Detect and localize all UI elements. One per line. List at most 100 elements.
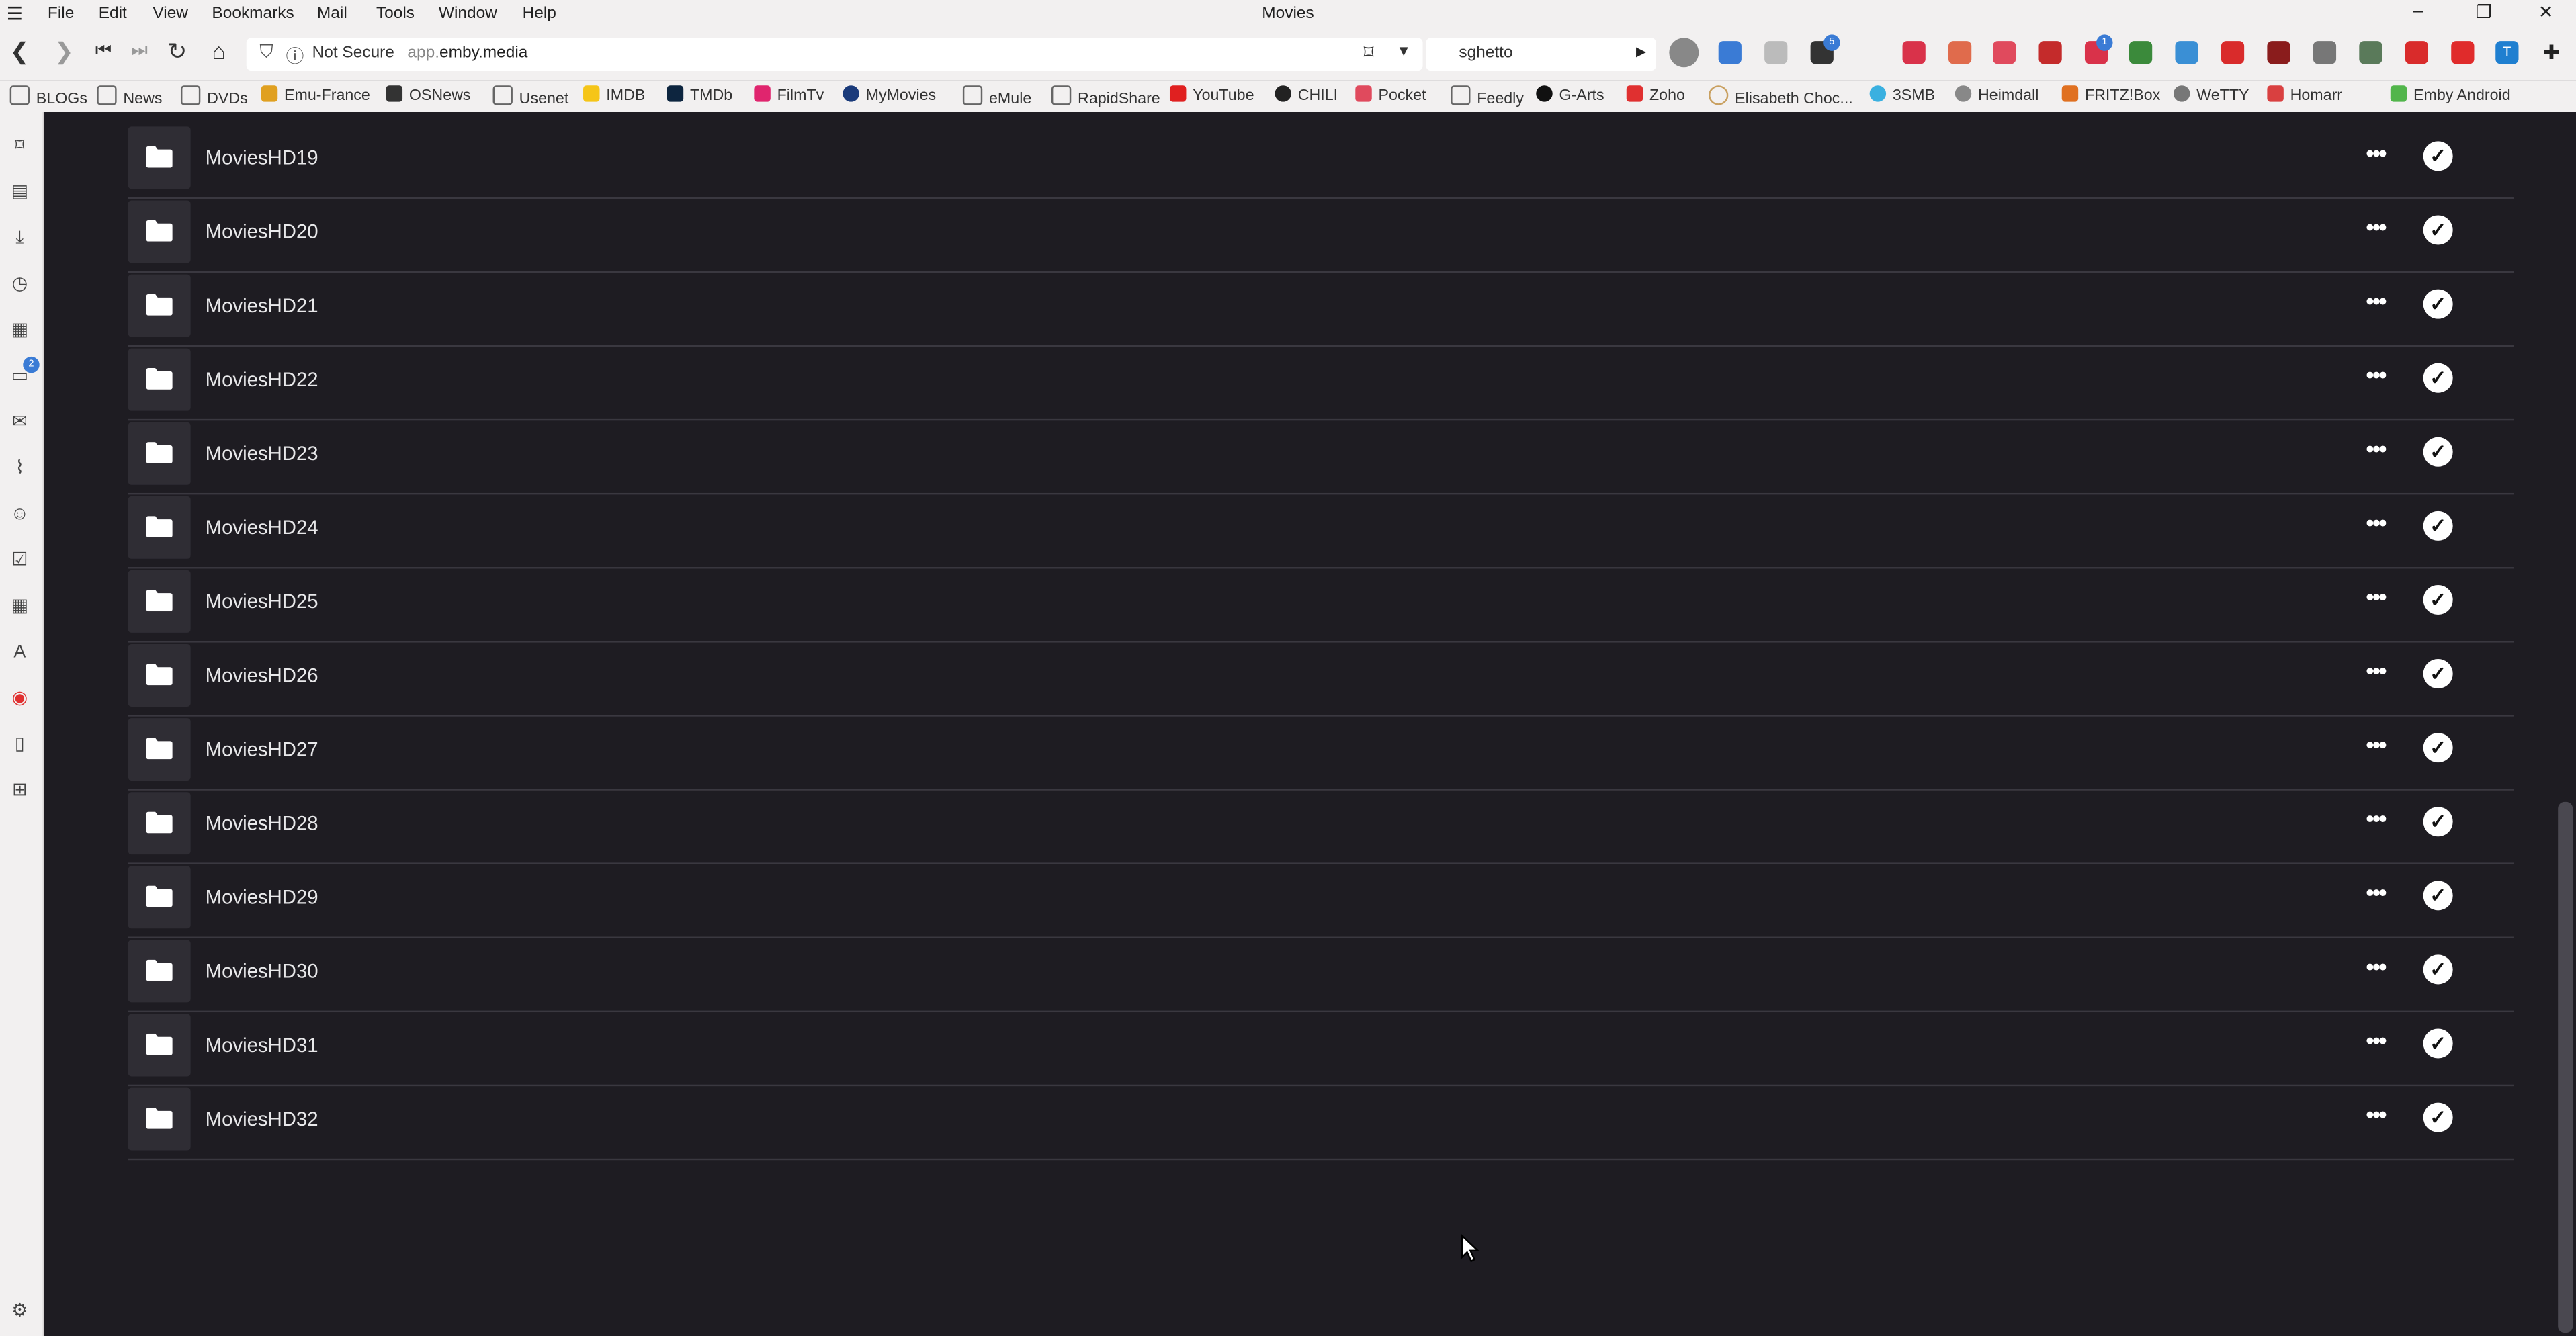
bookmark-item[interactable]: BLOGs: [9, 85, 87, 108]
ublock-icon[interactable]: [2267, 41, 2290, 64]
folder-row[interactable]: MoviesHD25 ••• ✓: [128, 567, 2514, 643]
chevron-down-icon[interactable]: ▼: [1396, 43, 1411, 59]
folder-row[interactable]: MoviesHD26 ••• ✓: [128, 641, 2514, 717]
extensions-puzzle-icon[interactable]: ✚: [2540, 41, 2563, 64]
folder-thumbnail[interactable]: [128, 718, 191, 781]
played-checkmark-icon[interactable]: ✓: [2423, 954, 2453, 985]
folder-row[interactable]: MoviesHD31 ••• ✓: [128, 1011, 2514, 1087]
bookmark-item[interactable]: Emu-France: [261, 85, 370, 105]
played-checkmark-icon[interactable]: ✓: [2423, 141, 2453, 171]
folder-thumbnail[interactable]: [128, 570, 191, 633]
folder-thumbnail[interactable]: [128, 496, 191, 559]
folder-row[interactable]: MoviesHD30 ••• ✓: [128, 937, 2514, 1013]
search-go-icon[interactable]: ▶: [1636, 44, 1646, 59]
folder-row[interactable]: MoviesHD32 ••• ✓: [128, 1085, 2514, 1161]
played-checkmark-icon[interactable]: ✓: [2423, 510, 2453, 541]
bookmark-item[interactable]: TMDb: [667, 85, 732, 105]
bookmark-item[interactable]: CHILI: [1275, 85, 1338, 105]
folder-name[interactable]: MoviesHD30: [206, 960, 318, 983]
folder-row[interactable]: MoviesHD21 ••• ✓: [128, 271, 2514, 347]
more-options-icon[interactable]: •••: [2359, 214, 2392, 247]
bookmark-item[interactable]: OSNews: [386, 85, 471, 105]
folder-name[interactable]: MoviesHD28: [206, 812, 318, 835]
restore-icon[interactable]: ❐: [2476, 1, 2492, 23]
red-shield-ext-icon[interactable]: [2451, 41, 2475, 64]
m-ext-icon[interactable]: [2221, 41, 2245, 64]
more-options-icon[interactable]: •••: [2359, 1101, 2392, 1134]
vivaldi-icon[interactable]: ◉: [10, 688, 30, 708]
window-ext-icon[interactable]: [2175, 41, 2198, 64]
bookmark-item[interactable]: G-Arts: [1536, 85, 1604, 105]
folder-row[interactable]: MoviesHD19 ••• ✓: [128, 123, 2514, 199]
bookmark-item[interactable]: Zoho: [1626, 85, 1685, 105]
shield-icon[interactable]: ⛉: [259, 43, 273, 64]
lock-ext-icon[interactable]: [2313, 41, 2337, 64]
bookmark-item[interactable]: WeTTY: [2173, 85, 2249, 105]
folder-name[interactable]: MoviesHD26: [206, 664, 318, 686]
folder-row[interactable]: MoviesHD22 ••• ✓: [128, 345, 2514, 421]
folder-thumbnail[interactable]: [128, 1014, 191, 1077]
folder-name[interactable]: MoviesHD21: [206, 294, 318, 317]
shield-ext-icon[interactable]: [1948, 41, 1972, 64]
bookmark-item[interactable]: Emby Android: [2390, 85, 2511, 105]
bookmark-item[interactable]: YouTube: [1169, 85, 1254, 105]
bookmark-item[interactable]: RapidShare: [1051, 85, 1160, 108]
info-icon[interactable]: ⓘ: [286, 43, 304, 69]
add-panel-icon[interactable]: ⊞: [10, 781, 30, 800]
played-checkmark-icon[interactable]: ✓: [2423, 584, 2453, 615]
played-checkmark-icon[interactable]: ✓: [2423, 659, 2453, 689]
folder-thumbnail[interactable]: [128, 422, 191, 485]
folder-name[interactable]: MoviesHD27: [206, 738, 318, 760]
scrollbar-thumb[interactable]: [2558, 801, 2573, 1333]
played-checkmark-icon[interactable]: ✓: [2423, 215, 2453, 245]
page-icon[interactable]: ▯: [10, 735, 30, 754]
rewind-icon[interactable]: ⏮: [95, 41, 112, 62]
bookmark-item[interactable]: FRITZ!Box: [2061, 85, 2160, 105]
folder-thumbnail[interactable]: [128, 866, 191, 929]
folder-name[interactable]: MoviesHD19: [206, 146, 318, 169]
bookmark-item[interactable]: FilmTv: [754, 85, 824, 105]
translate-icon[interactable]: A: [10, 643, 30, 662]
folder-row[interactable]: MoviesHD29 ••• ✓: [128, 862, 2514, 938]
video-ext-icon[interactable]: [1902, 41, 1926, 64]
reader-icon[interactable]: [1764, 41, 1788, 64]
more-options-icon[interactable]: •••: [2359, 1027, 2392, 1060]
calendar-icon[interactable]: ▦: [10, 596, 30, 616]
played-checkmark-icon[interactable]: ✓: [2423, 881, 2453, 911]
bookmark-item[interactable]: Pocket: [1355, 85, 1426, 105]
settings-gear-icon[interactable]: ⚙: [10, 1302, 30, 1321]
bookmark-item[interactable]: 3SMB: [1869, 85, 1935, 105]
bookmarks-panel-icon[interactable]: ⌑: [10, 136, 30, 156]
folder-row[interactable]: MoviesHD20 ••• ✓: [128, 197, 2514, 273]
translate-ext-icon[interactable]: T: [2495, 41, 2519, 64]
bookmark-item[interactable]: eMule: [962, 85, 1031, 108]
more-options-icon[interactable]: •••: [2359, 435, 2392, 468]
folder-name[interactable]: MoviesHD24: [206, 516, 318, 539]
pocket-icon[interactable]: [1993, 41, 2016, 64]
folder-name[interactable]: MoviesHD29: [206, 886, 318, 909]
played-checkmark-icon[interactable]: ✓: [2423, 1102, 2453, 1132]
bookmark-item[interactable]: DVDs: [180, 85, 248, 108]
played-checkmark-icon[interactable]: ✓: [2423, 807, 2453, 837]
bookmark-item[interactable]: Feedly: [1451, 85, 1524, 108]
more-options-icon[interactable]: •••: [2359, 140, 2392, 173]
tasks-icon[interactable]: ☑: [10, 551, 30, 570]
mail-icon[interactable]: ✉: [10, 412, 30, 432]
folder-thumbnail[interactable]: [128, 200, 191, 263]
more-options-icon[interactable]: •••: [2359, 287, 2392, 320]
url-text[interactable]: app.emby.media: [407, 44, 527, 62]
sync-icon[interactable]: [1718, 41, 1742, 64]
more-options-icon[interactable]: •••: [2359, 361, 2392, 394]
search-query[interactable]: sghetto: [1459, 44, 1512, 62]
bookmark-item[interactable]: Elisabeth Choc...: [1709, 85, 1853, 108]
folder-thumbnail[interactable]: [128, 126, 191, 189]
minimize-icon[interactable]: –: [2413, 1, 2423, 21]
more-options-icon[interactable]: •••: [2359, 879, 2392, 912]
played-checkmark-icon[interactable]: ✓: [2423, 1028, 2453, 1059]
notes-icon[interactable]: ▦: [10, 320, 30, 340]
reload-icon[interactable]: ↻: [167, 38, 187, 66]
folder-name[interactable]: MoviesHD31: [206, 1034, 318, 1057]
more-options-icon[interactable]: •••: [2359, 953, 2392, 986]
home-icon[interactable]: ⌂: [212, 38, 226, 64]
folder-thumbnail[interactable]: [128, 274, 191, 337]
